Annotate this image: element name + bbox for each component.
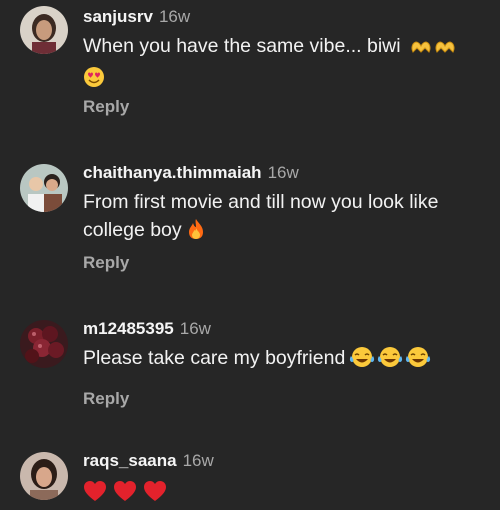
red-heart-emoji [143,480,167,510]
red-heart-emoji [83,480,107,510]
comment-item: chaithanya.thimmaiah 16w From first movie… [0,158,500,288]
comment-text-body: When you have the same vibe... biwi [83,35,401,57]
heart-hands-emoji [410,36,432,64]
timestamp: 16w [182,451,214,470]
username[interactable]: m12485395 [83,319,174,338]
avatar[interactable] [20,452,68,500]
username[interactable]: chaithanya.thimmaiah [83,163,262,182]
reply-button[interactable]: Reply [83,253,129,273]
reply-button[interactable]: Reply [83,389,129,409]
comment-text [83,478,500,510]
comment-item: m12485395 16w Please take care my boyfrie… [0,314,500,424]
comment-item: sanjusrv 16w When you have the same vibe.… [0,0,500,130]
tears-of-joy-emoji [405,346,431,376]
timestamp: 16w [179,319,211,338]
tears-of-joy-emoji [377,346,403,376]
reply-button[interactable]: Reply [83,97,129,117]
comment-text-body: Please take care my boyfriend [83,347,346,369]
comment-text-body: From first movie and till now you look l… [83,191,439,241]
username[interactable]: sanjusrv [83,7,153,26]
username[interactable]: raqs_saana [83,451,177,470]
timestamp: 16w [267,163,299,182]
comment-text: When you have the same vibe... biwi [83,32,500,96]
comment-text: From first movie and till now you look l… [83,188,500,248]
tears-of-joy-emoji [349,346,375,376]
comment-text: Please take care my boyfriend [83,344,500,376]
red-heart-emoji [113,480,137,510]
timestamp: 16w [158,7,191,26]
fire-emoji [186,218,206,248]
avatar[interactable] [20,320,68,368]
avatar[interactable] [20,164,68,212]
avatar[interactable] [20,6,68,54]
comment-item: raqs_saana 16w [0,446,500,501]
heart-hands-emoji [434,36,456,64]
smiling-heart-eyes-emoji [83,66,105,96]
